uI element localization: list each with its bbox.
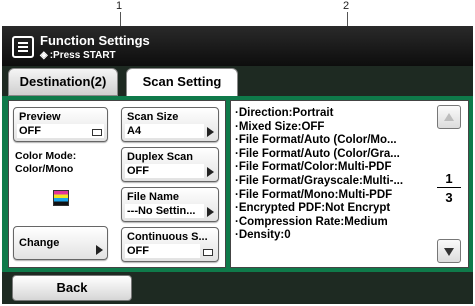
menu-list-icon bbox=[12, 36, 34, 58]
list-item: ·Compression Rate:Medium bbox=[235, 215, 388, 228]
preview-value: OFF bbox=[17, 124, 104, 138]
list-item: ·Direction:Portrait bbox=[235, 107, 334, 119]
settings-summary-list: ·Direction:Portrait ·Mixed Size:OFF ·Fil… bbox=[235, 107, 431, 243]
toggle-box-icon bbox=[203, 249, 213, 256]
list-item: ·Mixed Size:OFF bbox=[235, 120, 325, 133]
arrow-down-icon bbox=[444, 248, 454, 256]
arrow-right-icon bbox=[207, 127, 214, 137]
scan-size-label: Scan Size bbox=[127, 111, 179, 123]
scan-size-button[interactable]: Scan Size A4 bbox=[121, 107, 219, 142]
list-item: ·File Format/Grayscale:Multi-... bbox=[235, 174, 404, 187]
duplex-scan-value: OFF bbox=[125, 164, 204, 178]
continuous-scan-label: Continuous S... bbox=[127, 231, 208, 243]
arrow-right-icon bbox=[207, 167, 214, 177]
page-total: 3 bbox=[445, 190, 453, 205]
tab-scan-setting[interactable]: Scan Setting bbox=[126, 68, 238, 98]
page-title: Function Settings bbox=[40, 33, 150, 48]
page-subtitle: ◈:Press START bbox=[40, 50, 116, 61]
tab-destination[interactable]: Destination(2) bbox=[8, 68, 118, 96]
continuous-scan-button[interactable]: Continuous S... OFF bbox=[121, 227, 219, 262]
main-area: Preview OFF Color Mode: Color/Mono Chang… bbox=[2, 96, 473, 272]
page-current: 1 bbox=[437, 171, 461, 188]
list-item: ·Encrypted PDF:Not Encrypt bbox=[235, 202, 391, 215]
color-mode-icon bbox=[53, 190, 69, 206]
file-name-label: File Name bbox=[127, 191, 179, 203]
preview-label: Preview bbox=[19, 111, 61, 123]
arrow-right-icon bbox=[207, 207, 214, 217]
list-item: ·File Format/Mono:Multi-PDF bbox=[235, 188, 393, 201]
list-item: ·Density:0 bbox=[235, 229, 291, 242]
back-button[interactable]: Back bbox=[12, 275, 132, 301]
start-diamond-icon: ◈ bbox=[40, 50, 48, 61]
change-button[interactable]: Change bbox=[13, 226, 108, 260]
file-name-value: ---No Settin... bbox=[125, 204, 204, 218]
header-bar: Function Settings ◈:Press START bbox=[2, 26, 473, 66]
callout-2: 2 bbox=[343, 0, 350, 12]
toggle-box-icon bbox=[92, 129, 102, 136]
change-label: Change bbox=[19, 237, 60, 249]
list-item: ·File Format/Color:Multi-PDF bbox=[235, 161, 392, 174]
file-name-button[interactable]: File Name ---No Settin... bbox=[121, 187, 219, 222]
page-indicator: 1 3 bbox=[437, 171, 461, 205]
duplex-scan-button[interactable]: Duplex Scan OFF bbox=[121, 147, 219, 182]
tab-strip: Destination(2) Scan Setting bbox=[2, 66, 473, 98]
arrow-right-icon bbox=[96, 245, 103, 255]
footer-bar: Back bbox=[2, 272, 473, 304]
settings-summary-panel: ·Direction:Portrait ·Mixed Size:OFF ·Fil… bbox=[230, 100, 469, 268]
callout-1: 1 bbox=[116, 0, 123, 12]
scroll-up-button[interactable] bbox=[437, 105, 461, 129]
preview-button[interactable]: Preview OFF bbox=[13, 107, 108, 142]
color-mode-label: Color Mode: Color/Mono bbox=[15, 150, 77, 175]
arrow-up-icon bbox=[444, 113, 454, 121]
list-item: ·File Format/Auto (Color/Mo... bbox=[235, 134, 397, 147]
list-item: ·File Format/Auto (Color/Gra... bbox=[235, 147, 400, 160]
duplex-scan-label: Duplex Scan bbox=[127, 151, 194, 163]
continuous-scan-value: OFF bbox=[125, 244, 200, 258]
scan-size-value: A4 bbox=[125, 124, 204, 138]
scroll-down-button[interactable] bbox=[437, 239, 461, 263]
left-settings-panel: Preview OFF Color Mode: Color/Mono Chang… bbox=[8, 100, 226, 268]
color-mode-value: Color/Mono bbox=[15, 163, 74, 175]
